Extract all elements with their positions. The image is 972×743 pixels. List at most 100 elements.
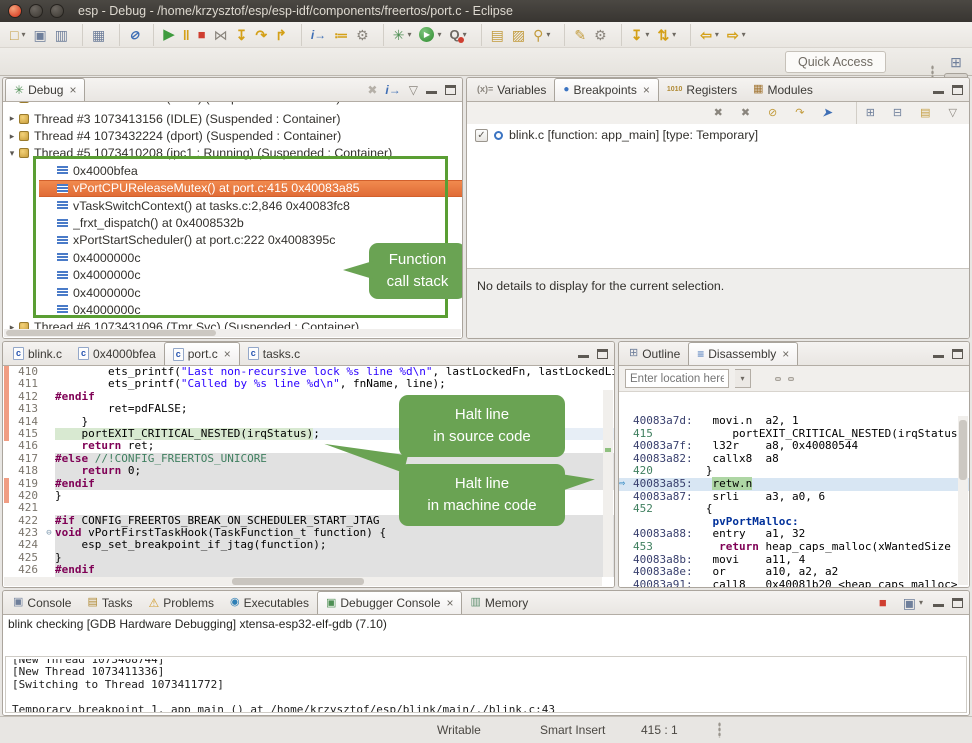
- breakpoints-panel-tab[interactable]: ● Breakpoints: [554, 78, 658, 101]
- fold-marker-icon[interactable]: ⊖: [43, 527, 55, 539]
- external-tools-button[interactable]: Q ▾: [447, 24, 470, 46]
- step-return-button[interactable]: ↱ ▾: [272, 24, 290, 46]
- tree-expand-icon[interactable]: ▸: [7, 113, 17, 124]
- step-over-button[interactable]: ↷ ▾: [252, 24, 270, 46]
- open-element-button[interactable]: ▤ ▾: [481, 24, 507, 46]
- disconnect-button[interactable]: ⋈ ▾: [211, 24, 231, 46]
- dropdown-arrow-icon[interactable]: ▾: [546, 30, 550, 39]
- terminate-console-button[interactable]: ■ ▾: [876, 592, 890, 614]
- go-to-file-button[interactable]: ↷: [792, 102, 807, 124]
- fold-marker-icon[interactable]: [43, 465, 55, 477]
- debug-tree-row[interactable]: ▾ Thread #5 1073410208 (ipc1 : Running) …: [3, 145, 462, 162]
- console-output[interactable]: [New Thread 1073468744][New Thread 10734…: [5, 656, 967, 713]
- editor-tab[interactable]: c tasks.c: [240, 342, 308, 365]
- debug-tree-row[interactable]: ▸ Thread #4 1073432224 (dport) (Suspende…: [3, 127, 462, 144]
- dropdown-arrow-icon[interactable]: ▾: [645, 30, 649, 39]
- debug-tree-row[interactable]: vPortCPUReleaseMutex() at port.c:415 0x4…: [39, 180, 462, 197]
- debug-tree-row[interactable]: vTaskSwitchContext() at tasks.c:2,846 0x…: [39, 197, 462, 214]
- instruction-stepping-button[interactable]: i→ ▾: [301, 24, 329, 46]
- sync-selection-toggle[interactable]: [788, 377, 794, 381]
- window-minimize-button[interactable]: [29, 4, 43, 18]
- breakpoint-row[interactable]: ✓ blink.c [function: app_main] [type: Te…: [475, 128, 969, 142]
- display-selected-console-button[interactable]: ▣ ▾: [900, 592, 926, 614]
- console-panel-tab[interactable]: ▥ Memory: [462, 591, 536, 614]
- follow-pc-toggle[interactable]: [775, 377, 781, 381]
- debug-tree-row[interactable]: _frxt_dispatch() at 0x4008532b: [39, 214, 462, 231]
- location-input[interactable]: [625, 369, 729, 388]
- minimize-icon[interactable]: [933, 604, 944, 607]
- gutter-strip[interactable]: [3, 502, 10, 514]
- suspend-button[interactable]: ‖ ▾: [180, 24, 193, 46]
- editor-tab[interactable]: c blink.c: [5, 342, 70, 365]
- skip-all-breakpoints-button[interactable]: ➤: [819, 102, 834, 124]
- group-breakpoints-button[interactable]: ▤: [917, 102, 933, 124]
- save-button[interactable]: ▣ ▾: [30, 24, 49, 46]
- debug-tree-row[interactable]: ▸ Thread #2 1073413312 (IDLE) (Suspended…: [3, 102, 462, 110]
- fold-marker-icon[interactable]: [43, 539, 55, 551]
- dropdown-arrow-icon[interactable]: ▾: [742, 30, 746, 39]
- tab-debug[interactable]: ✳ Debug: [5, 78, 85, 101]
- breakpoints-panel-tab[interactable]: 1010 Registers: [659, 78, 745, 101]
- view-menu-button[interactable]: ▽: [946, 102, 960, 124]
- mark-occurrences-button[interactable]: ⚙ ▾: [591, 24, 610, 46]
- fold-marker-icon[interactable]: [43, 440, 55, 452]
- remove-terminated-icon[interactable]: ✖: [367, 84, 377, 96]
- disassembly-panel-tab[interactable]: ⊞ Outline: [621, 342, 688, 365]
- gutter-strip[interactable]: [3, 552, 10, 564]
- open-perspective-button[interactable]: ⊞: [944, 51, 968, 73]
- debug-tree[interactable]: ▸ Thread #2 1073413312 (IDLE) (Suspended…: [3, 102, 462, 338]
- console-panel-tab[interactable]: ▣ Debugger Console: [317, 591, 463, 614]
- step-filters-button[interactable]: ⚙ ▾: [353, 24, 372, 46]
- code-text[interactable]: ets_printf("Called by %s line %d\n", fnN…: [55, 378, 614, 390]
- breakpoints-panel-tab[interactable]: (x)= Variables: [469, 78, 554, 101]
- disassembly-content[interactable]: ⇨ 40083a7d: movi.n a2, 1 ⇨ 415 portEXIT_…: [619, 415, 969, 587]
- open-resource-button[interactable]: ▨ ▾: [509, 24, 528, 46]
- annotation-button[interactable]: ✎ ▾: [564, 24, 589, 46]
- close-tab-icon[interactable]: [222, 347, 231, 361]
- remove-breakpoint-button[interactable]: ✖: [711, 102, 726, 124]
- disassembly-line[interactable]: ⇨ 40083a91: call8 0x40081b20 <heap_caps_…: [619, 579, 969, 587]
- save-all-button[interactable]: ▥ ▾: [52, 24, 71, 46]
- console-panel-tab[interactable]: ◉ Executables: [222, 591, 317, 614]
- maximize-icon[interactable]: [952, 598, 963, 608]
- disassembly-panel-tab[interactable]: ≡ Disassembly: [688, 342, 798, 365]
- editor-tab[interactable]: c port.c: [164, 342, 240, 365]
- skip-breakpoints-button[interactable]: ⊘ ▾: [119, 24, 142, 46]
- binary-console-button[interactable]: ▦ ▾: [82, 24, 108, 46]
- close-tab-icon[interactable]: [780, 347, 789, 361]
- minimize-icon[interactable]: [933, 355, 944, 358]
- collapse-all-button[interactable]: ⊟: [890, 102, 905, 124]
- debug-button[interactable]: ✳ ▾: [383, 24, 415, 46]
- gutter-strip[interactable]: [3, 440, 10, 452]
- next-annotation-button[interactable]: ⇅ ▾: [654, 24, 679, 46]
- code-text[interactable]: esp_set_breakpoint_if_jtag(function);: [55, 539, 614, 551]
- fold-marker-icon[interactable]: [43, 403, 55, 415]
- location-dropdown-icon[interactable]: ▾: [735, 369, 751, 388]
- forward-history-button[interactable]: ⇨ ▾: [724, 24, 749, 46]
- view-menu-icon[interactable]: ▽: [409, 84, 418, 96]
- gutter-strip[interactable]: [3, 465, 10, 477]
- window-maximize-button[interactable]: [50, 4, 64, 18]
- gutter-strip[interactable]: [3, 453, 10, 465]
- tree-expand-icon[interactable]: ▸: [7, 102, 17, 104]
- close-tab-icon[interactable]: [641, 83, 650, 97]
- fold-marker-icon[interactable]: [43, 453, 55, 465]
- fold-marker-icon[interactable]: [43, 428, 55, 440]
- code-text[interactable]: }: [55, 552, 614, 564]
- last-edit-location-button[interactable]: ↧ ▾: [621, 24, 653, 46]
- disassembly-vertical-scrollbar[interactable]: [958, 416, 968, 585]
- editor-tab[interactable]: c 0x4000bfea: [70, 342, 164, 365]
- debug-tree-row[interactable]: 0x4000bfea: [39, 162, 462, 179]
- editor-vertical-scrollbar[interactable]: [603, 390, 613, 577]
- fold-marker-icon[interactable]: [43, 564, 55, 576]
- fold-marker-icon[interactable]: [43, 502, 55, 514]
- debug-tree-row[interactable]: ▸ Thread #3 1073413156 (IDLE) (Suspended…: [3, 110, 462, 127]
- minimize-icon[interactable]: [578, 355, 589, 358]
- gutter-strip[interactable]: [3, 564, 10, 576]
- tree-expand-icon[interactable]: ▾: [7, 148, 17, 159]
- line-number[interactable]: 426⇨: [10, 564, 43, 576]
- fold-marker-icon[interactable]: [43, 378, 55, 390]
- step-into-button[interactable]: ↧ ▾: [233, 24, 251, 46]
- fold-marker-icon[interactable]: [43, 552, 55, 564]
- code-text[interactable]: #endif: [55, 564, 614, 576]
